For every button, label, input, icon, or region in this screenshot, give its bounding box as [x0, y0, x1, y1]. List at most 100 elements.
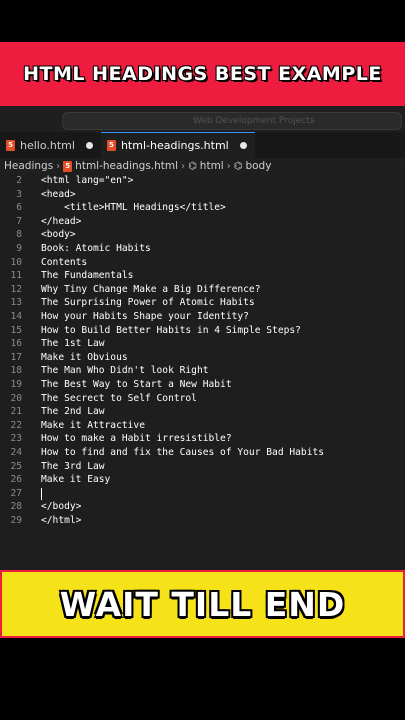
line-number: 11 [10, 270, 22, 282]
line-code: The Fundamentals [41, 270, 134, 282]
line-number: 23 [10, 433, 22, 445]
breadcrumb-body[interactable]: body [245, 160, 271, 172]
breadcrumb-folder[interactable]: Headings [4, 160, 53, 172]
line-number: 14 [10, 311, 22, 322]
code-line[interactable]: 11 The Fundamentals [0, 269, 405, 283]
line-number: 13 [10, 297, 22, 309]
line-number: 10 [10, 256, 22, 268]
line-code: </head> [41, 215, 82, 227]
code-line[interactable]: 20 The Secrect to Self Control [0, 392, 405, 406]
html5-icon: 5 [63, 160, 73, 172]
line-number: 9 [16, 243, 22, 254]
code-line[interactable]: 24 How to find and fix the Causes of Your… [0, 446, 405, 460]
line-number: 20 [10, 392, 22, 404]
line-number: 25 [10, 460, 22, 472]
line-code: </body> [41, 501, 82, 513]
line-number: 16 [10, 338, 22, 350]
line-code: Make it Attractive [41, 419, 145, 431]
code-line[interactable]: 15 How to Build Better Habits in 4 Simple… [0, 324, 405, 338]
code-line[interactable]: 28 </body> [0, 500, 405, 514]
html5-icon: 5 [106, 140, 116, 151]
tab-label: html-headings.html [120, 139, 229, 152]
bottom-banner: WAIT TILL END [0, 570, 405, 638]
code-line[interactable]: 19 The Best Way to Start a New Habit [0, 378, 405, 392]
text-cursor [41, 487, 42, 500]
line-code: The 2nd Law [41, 406, 105, 418]
chevron-right-icon: › [181, 160, 186, 172]
code-line[interactable]: 18 The Man Who Didn't look Right [0, 364, 405, 378]
command-center-search[interactable]: Web Development Projects [62, 112, 402, 130]
line-number: 2 [16, 175, 22, 186]
line-code: Make it Easy [41, 474, 111, 486]
code-line[interactable]: 2 <html lang="en"> [0, 174, 405, 188]
line-code: The Secrect to Self Control [41, 392, 197, 404]
line-code: The Best Way to Start a New Habit [41, 379, 232, 390]
bottom-banner-text: WAIT TILL END [59, 584, 346, 624]
tab-html-headings[interactable]: 5 html-headings.html [100, 132, 255, 158]
line-code: <html lang="en"> [41, 175, 134, 186]
line-code: <body> [41, 229, 76, 241]
line-number: 26 [10, 474, 22, 486]
code-line[interactable]: 29 </html> [0, 514, 405, 528]
line-number: 6 [16, 202, 22, 214]
line-code: How to Build Better Habits in 4 Simple S… [41, 324, 301, 336]
line-number: 28 [10, 501, 22, 513]
code-line[interactable]: 21 The 2nd Law [0, 405, 405, 419]
code-line[interactable]: 27 [0, 487, 405, 501]
line-code: How your Habits Shape your Identity? [41, 311, 249, 322]
code-line[interactable]: 3 <head> [0, 188, 405, 202]
breadcrumb: Headings › 5 html-headings.html › ⌬ html… [0, 158, 405, 174]
line-code: <title>HTML Headings</title> [41, 202, 226, 214]
code-line[interactable]: 25 The 3rd Law [0, 460, 405, 474]
code-line[interactable]: 8 <body> [0, 228, 405, 242]
tab-hello-html[interactable]: 5 hello.html [0, 132, 101, 158]
top-banner-text: HTML HEADINGS BEST EXAMPLE [23, 63, 382, 85]
command-center-text: Web Development Projects [193, 116, 315, 126]
code-line[interactable]: 23 How to make a Habit irresistible? [0, 432, 405, 446]
line-code: How to find and fix the Causes of Your B… [41, 447, 325, 458]
line-code: Make it Obvious [41, 351, 128, 363]
code-line[interactable]: 12 Why Tiny Change Make a Big Difference? [0, 283, 405, 297]
line-code: <head> [41, 188, 76, 200]
element-icon: ⌬ [233, 160, 243, 172]
line-code: How to make a Habit irresistible? [41, 433, 232, 445]
line-number: 21 [10, 406, 22, 418]
breadcrumb-html[interactable]: html [200, 160, 224, 172]
code-line[interactable]: 10 Contents [0, 256, 405, 270]
code-line[interactable]: 6 <title>HTML Headings</title> [0, 201, 405, 215]
code-editor[interactable]: 2 <html lang="en"> 3 <head> 6 <title>HTML He… [0, 174, 405, 570]
unsaved-dot-icon[interactable] [239, 142, 247, 149]
code-line[interactable]: 26 Make it Easy [0, 473, 405, 487]
editor-tabs: 5 hello.html 5 html-headings.html [0, 132, 405, 158]
line-number: 17 [10, 351, 22, 363]
line-code: Why Tiny Change Make a Big Difference? [41, 283, 261, 295]
line-code: The Surprising Power of Atomic Habits [41, 297, 255, 309]
line-number: 24 [10, 447, 22, 458]
line-number: 18 [10, 365, 22, 377]
line-number: 3 [16, 188, 22, 200]
element-icon: ⌬ [188, 160, 197, 172]
title-bar: Web Development Projects [0, 106, 405, 132]
code-line[interactable]: 14 How your Habits Shape your Identity? [0, 310, 405, 324]
chevron-right-icon: › [56, 160, 61, 172]
code-line[interactable]: 13 The Surprising Power of Atomic Habits [0, 296, 405, 310]
code-line[interactable]: 22 Make it Attractive [0, 419, 405, 433]
chevron-right-icon: › [226, 160, 231, 172]
line-number: 15 [10, 324, 22, 336]
code-line[interactable]: 16 The 1st Law [0, 337, 405, 351]
code-line[interactable]: 9 Book: Atomic Habits [0, 242, 405, 256]
unsaved-dot-icon[interactable] [85, 141, 93, 149]
line-number: 12 [10, 283, 22, 295]
line-code: Book: Atomic Habits [41, 243, 151, 254]
line-number: 19 [10, 379, 22, 390]
line-number: 7 [16, 215, 22, 227]
tab-label: hello.html [20, 138, 75, 152]
code-line[interactable]: 17 Make it Obvious [0, 351, 405, 365]
line-code: Contents [41, 256, 88, 268]
code-line[interactable]: 7 </head> [0, 215, 405, 229]
line-number: 22 [10, 419, 22, 431]
top-banner: HTML HEADINGS BEST EXAMPLE [0, 42, 405, 106]
breadcrumb-file[interactable]: html-headings.html [75, 160, 178, 172]
line-code: The Man Who Didn't look Right [41, 365, 209, 377]
line-number: 29 [10, 515, 22, 526]
